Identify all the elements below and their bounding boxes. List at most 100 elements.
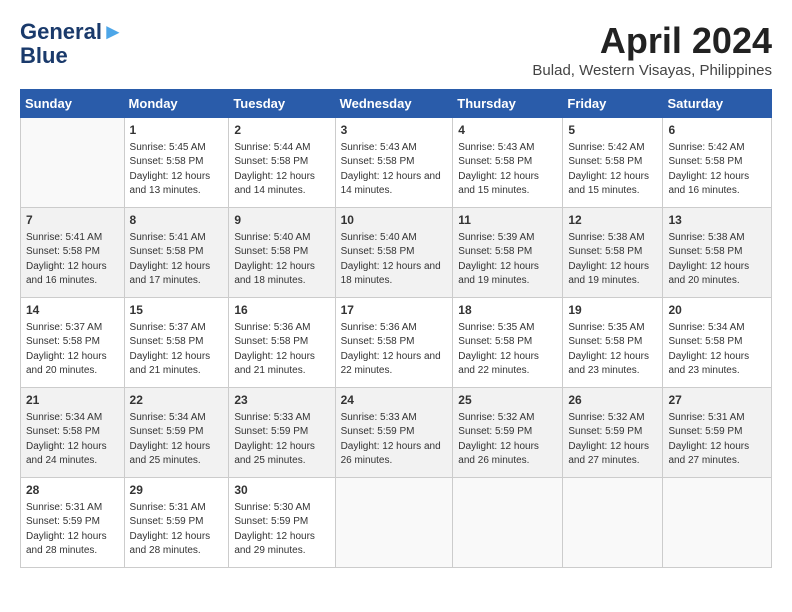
weekday-header: Thursday (453, 90, 563, 118)
day-number: 1 (130, 122, 224, 139)
day-number: 15 (130, 302, 224, 319)
calendar-cell: 29 Sunrise: 5:31 AMSunset: 5:59 PMDayligh… (124, 478, 229, 568)
day-info: Sunrise: 5:36 AMSunset: 5:58 PMDaylight:… (234, 321, 329, 379)
weekday-header-row: SundayMondayTuesdayWednesdayThursdayFrid… (21, 90, 772, 118)
calendar-cell: 8 Sunrise: 5:41 AMSunset: 5:58 PMDaylight… (124, 208, 229, 298)
day-info: Sunrise: 5:31 AMSunset: 5:59 PMDaylight:… (130, 501, 224, 559)
day-info: Sunrise: 5:37 AMSunset: 5:58 PMDaylight:… (130, 321, 224, 379)
weekday-header: Monday (124, 90, 229, 118)
calendar-cell: 17 Sunrise: 5:36 AMSunset: 5:58 PMDayligh… (335, 298, 453, 388)
day-number: 16 (234, 302, 329, 319)
calendar-cell (453, 478, 563, 568)
day-info: Sunrise: 5:40 AMSunset: 5:58 PMDaylight:… (341, 231, 448, 289)
day-info: Sunrise: 5:42 AMSunset: 5:58 PMDaylight:… (668, 141, 766, 199)
day-info: Sunrise: 5:38 AMSunset: 5:58 PMDaylight:… (568, 231, 657, 289)
day-number: 3 (341, 122, 448, 139)
calendar-cell (663, 478, 772, 568)
day-info: Sunrise: 5:43 AMSunset: 5:58 PMDaylight:… (341, 141, 448, 199)
calendar-cell: 24Sunrise: 5:33 AMSunset: 5:59 PMDayligh… (335, 388, 453, 478)
day-number: 7 (26, 212, 119, 229)
day-number: 8 (130, 212, 224, 229)
calendar-cell: 13 Sunrise: 5:38 AMSunset: 5:58 PMDayligh… (663, 208, 772, 298)
calendar-cell: 28 Sunrise: 5:31 AMSunset: 5:59 PMDayligh… (21, 478, 125, 568)
calendar-cell: 18 Sunrise: 5:35 AMSunset: 5:58 PMDayligh… (453, 298, 563, 388)
day-info: Sunrise: 5:35 AMSunset: 5:58 PMDaylight:… (568, 321, 657, 379)
day-info: Sunrise: 5:30 AMSunset: 5:59 PMDaylight:… (234, 501, 329, 559)
calendar-cell: 25Sunrise: 5:32 AMSunset: 5:59 PMDayligh… (453, 388, 563, 478)
day-number: 2 (234, 122, 329, 139)
calendar-cell: 9 Sunrise: 5:40 AMSunset: 5:58 PMDaylight… (229, 208, 335, 298)
day-number: 26 (568, 392, 657, 409)
day-info: Sunrise: 5:33 AMSunset: 5:59 PMDaylight:… (234, 411, 329, 469)
day-number: 18 (458, 302, 557, 319)
calendar-cell: 12 Sunrise: 5:38 AMSunset: 5:58 PMDayligh… (563, 208, 663, 298)
day-number: 13 (668, 212, 766, 229)
calendar-table: SundayMondayTuesdayWednesdayThursdayFrid… (20, 89, 772, 568)
page-header: General►Blue April 2024 Bulad, Western V… (20, 20, 772, 79)
day-info: Sunrise: 5:43 AMSunset: 5:58 PMDaylight:… (458, 141, 557, 199)
calendar-cell: 11 Sunrise: 5:39 AMSunset: 5:58 PMDayligh… (453, 208, 563, 298)
day-number: 29 (130, 482, 224, 499)
day-info: Sunrise: 5:34 AMSunset: 5:59 PMDaylight:… (130, 411, 224, 469)
day-info: Sunrise: 5:45 AMSunset: 5:58 PMDaylight:… (130, 141, 224, 199)
day-info: Sunrise: 5:34 AMSunset: 5:58 PMDaylight:… (668, 321, 766, 379)
day-number: 12 (568, 212, 657, 229)
day-info: Sunrise: 5:41 AMSunset: 5:58 PMDaylight:… (130, 231, 224, 289)
day-number: 14 (26, 302, 119, 319)
day-info: Sunrise: 5:37 AMSunset: 5:58 PMDaylight:… (26, 321, 119, 379)
month-title: April 2024 (532, 20, 772, 62)
day-info: Sunrise: 5:31 AMSunset: 5:59 PMDaylight:… (668, 411, 766, 469)
day-info: Sunrise: 5:42 AMSunset: 5:58 PMDaylight:… (568, 141, 657, 199)
day-number: 6 (668, 122, 766, 139)
calendar-cell: 27Sunrise: 5:31 AMSunset: 5:59 PMDayligh… (663, 388, 772, 478)
calendar-week-row: 28 Sunrise: 5:31 AMSunset: 5:59 PMDayligh… (21, 478, 772, 568)
day-info: Sunrise: 5:36 AMSunset: 5:58 PMDaylight:… (341, 321, 448, 379)
calendar-cell: 30 Sunrise: 5:30 AMSunset: 5:59 PMDayligh… (229, 478, 335, 568)
calendar-cell (335, 478, 453, 568)
day-info: Sunrise: 5:40 AMSunset: 5:58 PMDaylight:… (234, 231, 329, 289)
calendar-cell: 5 Sunrise: 5:42 AMSunset: 5:58 PMDaylight… (563, 118, 663, 208)
calendar-cell: 4 Sunrise: 5:43 AMSunset: 5:58 PMDaylight… (453, 118, 563, 208)
calendar-cell: 7 Sunrise: 5:41 AMSunset: 5:58 PMDaylight… (21, 208, 125, 298)
weekday-header: Saturday (663, 90, 772, 118)
day-info: Sunrise: 5:41 AMSunset: 5:58 PMDaylight:… (26, 231, 119, 289)
day-number: 17 (341, 302, 448, 319)
calendar-cell: 22 Sunrise: 5:34 AMSunset: 5:59 PMDayligh… (124, 388, 229, 478)
day-info: Sunrise: 5:35 AMSunset: 5:58 PMDaylight:… (458, 321, 557, 379)
calendar-cell: 1 Sunrise: 5:45 AMSunset: 5:58 PMDaylight… (124, 118, 229, 208)
day-number: 19 (568, 302, 657, 319)
day-number: 24 (341, 392, 448, 409)
weekday-header: Friday (563, 90, 663, 118)
logo-text: General►Blue (20, 20, 124, 68)
calendar-cell: 10Sunrise: 5:40 AMSunset: 5:58 PMDayligh… (335, 208, 453, 298)
day-number: 30 (234, 482, 329, 499)
day-info: Sunrise: 5:34 AMSunset: 5:58 PMDaylight:… (26, 411, 119, 469)
day-number: 9 (234, 212, 329, 229)
day-info: Sunrise: 5:44 AMSunset: 5:58 PMDaylight:… (234, 141, 329, 199)
day-number: 11 (458, 212, 557, 229)
calendar-cell: 6 Sunrise: 5:42 AMSunset: 5:58 PMDaylight… (663, 118, 772, 208)
calendar-cell: 26 Sunrise: 5:32 AMSunset: 5:59 PMDayligh… (563, 388, 663, 478)
calendar-cell: 14 Sunrise: 5:37 AMSunset: 5:58 PMDayligh… (21, 298, 125, 388)
weekday-header: Sunday (21, 90, 125, 118)
title-block: April 2024 Bulad, Western Visayas, Phili… (532, 20, 772, 79)
day-info: Sunrise: 5:38 AMSunset: 5:58 PMDaylight:… (668, 231, 766, 289)
day-number: 4 (458, 122, 557, 139)
calendar-cell: 23Sunrise: 5:33 AMSunset: 5:59 PMDayligh… (229, 388, 335, 478)
day-info: Sunrise: 5:39 AMSunset: 5:58 PMDaylight:… (458, 231, 557, 289)
calendar-week-row: 7 Sunrise: 5:41 AMSunset: 5:58 PMDaylight… (21, 208, 772, 298)
calendar-cell (563, 478, 663, 568)
day-number: 22 (130, 392, 224, 409)
calendar-cell (21, 118, 125, 208)
day-number: 20 (668, 302, 766, 319)
day-info: Sunrise: 5:32 AMSunset: 5:59 PMDaylight:… (458, 411, 557, 469)
calendar-cell: 15 Sunrise: 5:37 AMSunset: 5:58 PMDayligh… (124, 298, 229, 388)
day-number: 28 (26, 482, 119, 499)
calendar-cell: 3 Sunrise: 5:43 AMSunset: 5:58 PMDaylight… (335, 118, 453, 208)
day-number: 5 (568, 122, 657, 139)
weekday-header: Wednesday (335, 90, 453, 118)
day-info: Sunrise: 5:31 AMSunset: 5:59 PMDaylight:… (26, 501, 119, 559)
calendar-cell: 2 Sunrise: 5:44 AMSunset: 5:58 PMDaylight… (229, 118, 335, 208)
logo: General►Blue (20, 20, 124, 68)
day-info: Sunrise: 5:32 AMSunset: 5:59 PMDaylight:… (568, 411, 657, 469)
